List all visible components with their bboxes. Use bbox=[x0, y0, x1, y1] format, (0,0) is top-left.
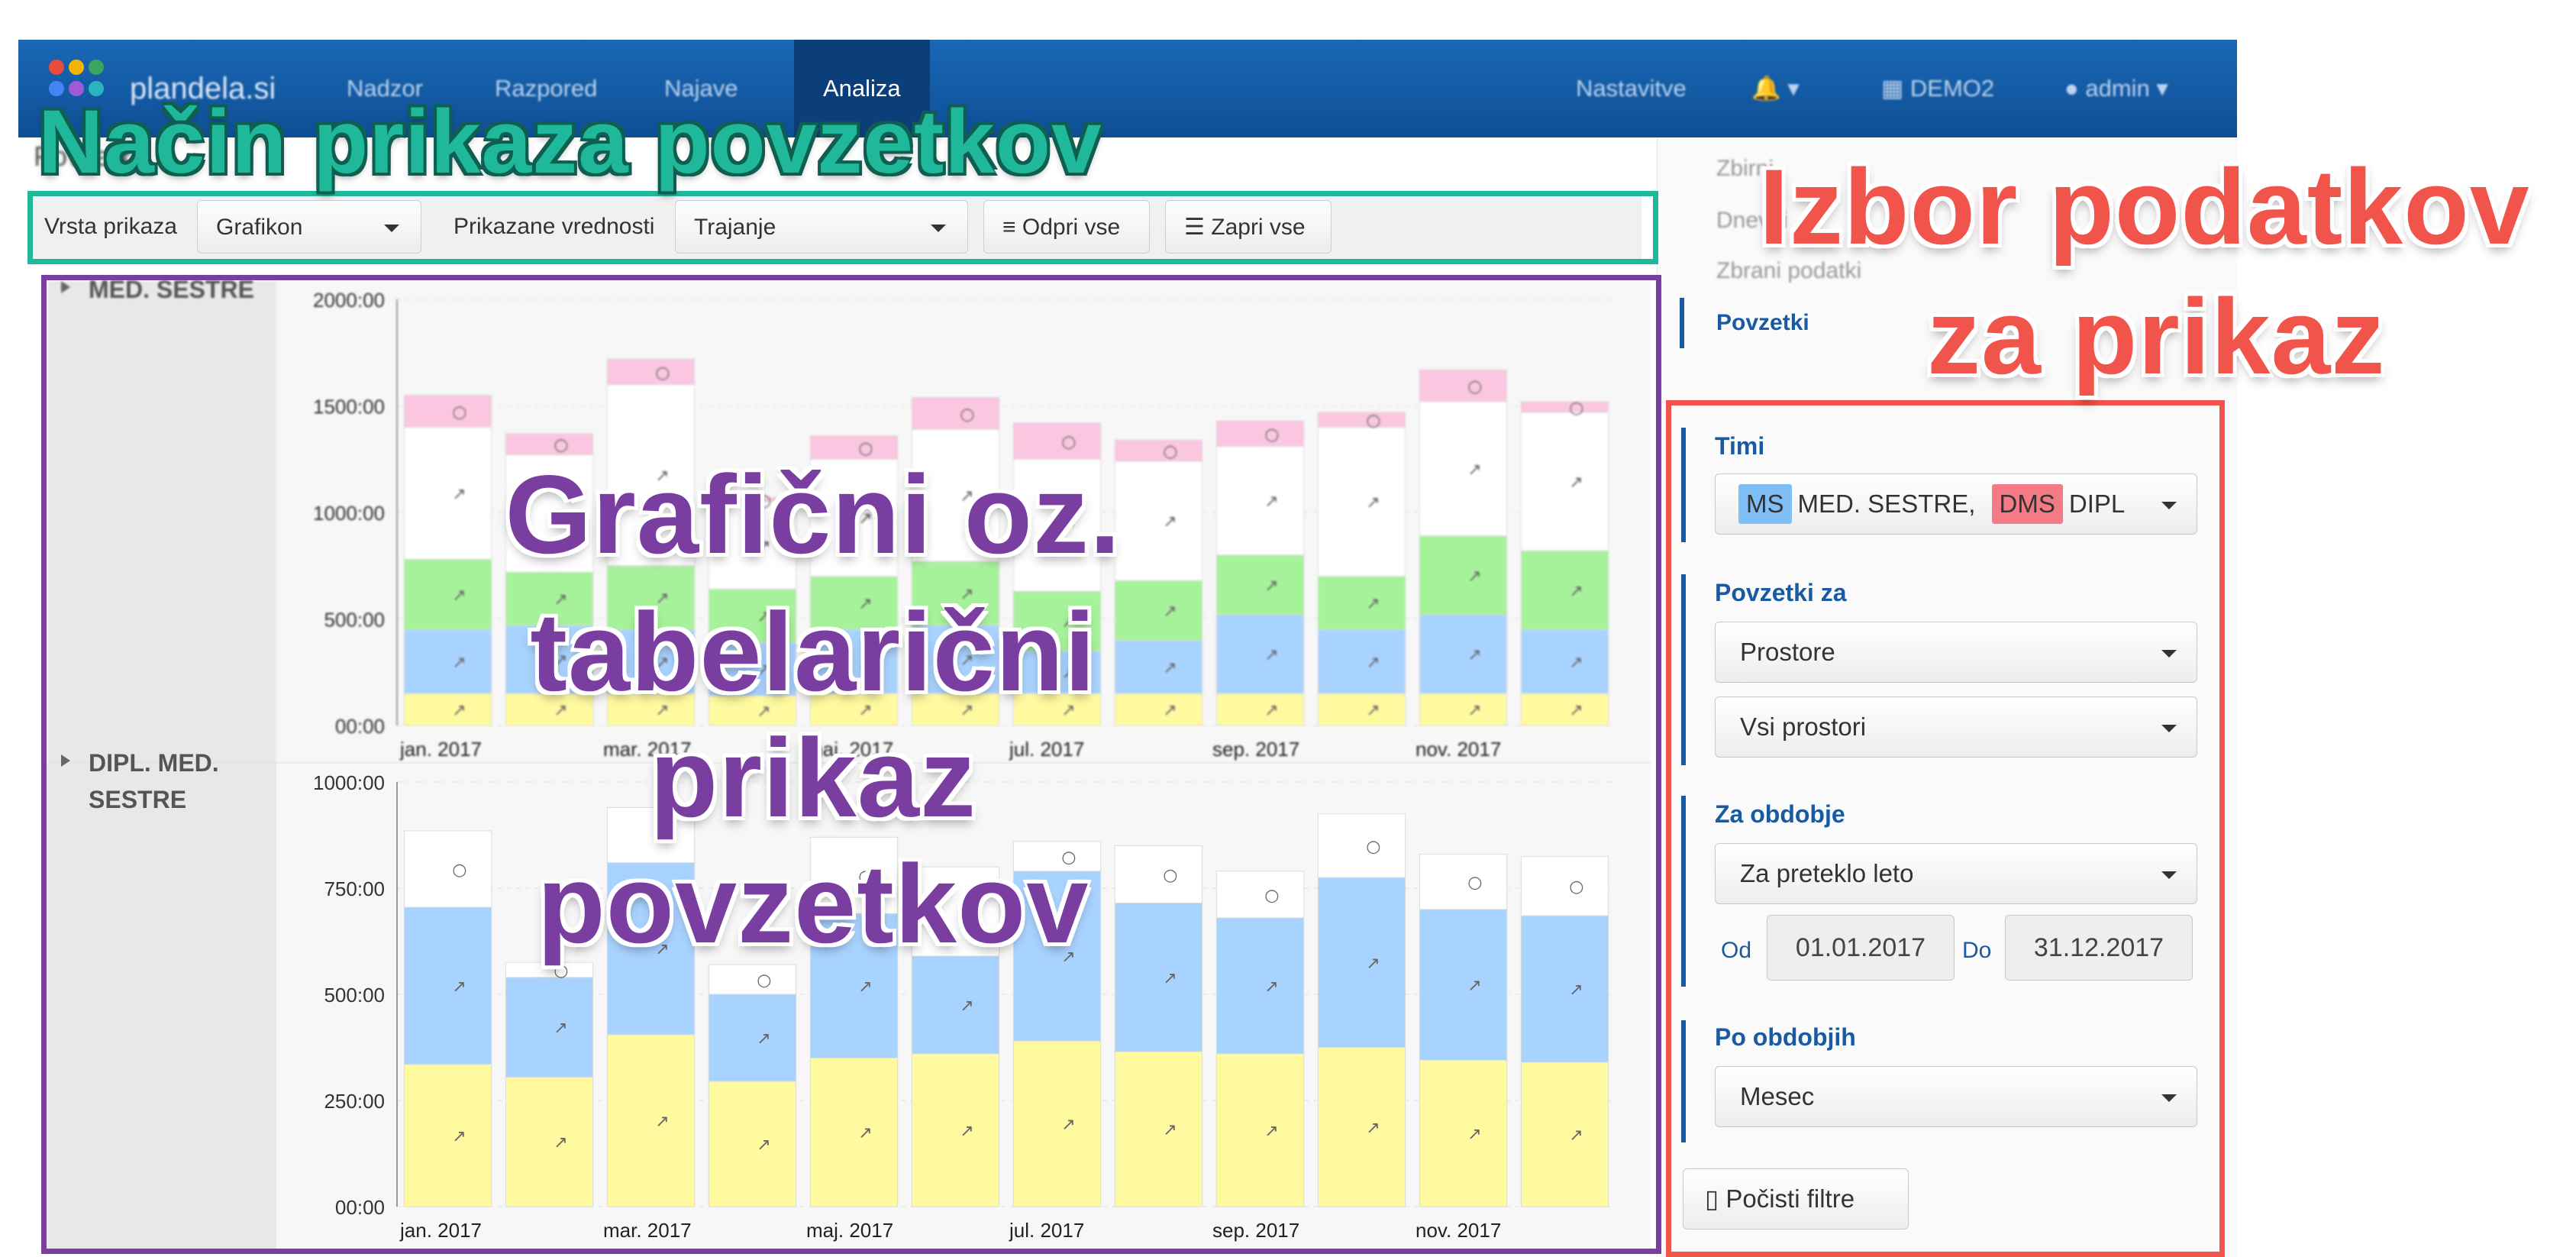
chart-annotation-line1: Grafični oz. bbox=[505, 452, 1122, 577]
chart-annotation-line4: povzetkov bbox=[537, 842, 1089, 966]
active-indicator bbox=[1680, 298, 1684, 348]
data-selection-annotation-line2: za prikaz bbox=[1927, 276, 2386, 396]
display-mode-highlight bbox=[27, 191, 1658, 264]
data-selection-highlight bbox=[1666, 400, 2225, 1257]
chart-annotation-line2: tabelarični bbox=[530, 590, 1096, 714]
chart-annotation-line3: prikaz bbox=[650, 716, 976, 840]
sidebar-item-povzetki[interactable]: Povzetki bbox=[1716, 310, 1809, 336]
data-selection-annotation-line1: Izbor podatkov bbox=[1759, 147, 2530, 267]
display-mode-annotation: Način prikaza povzetkov bbox=[38, 92, 1102, 192]
